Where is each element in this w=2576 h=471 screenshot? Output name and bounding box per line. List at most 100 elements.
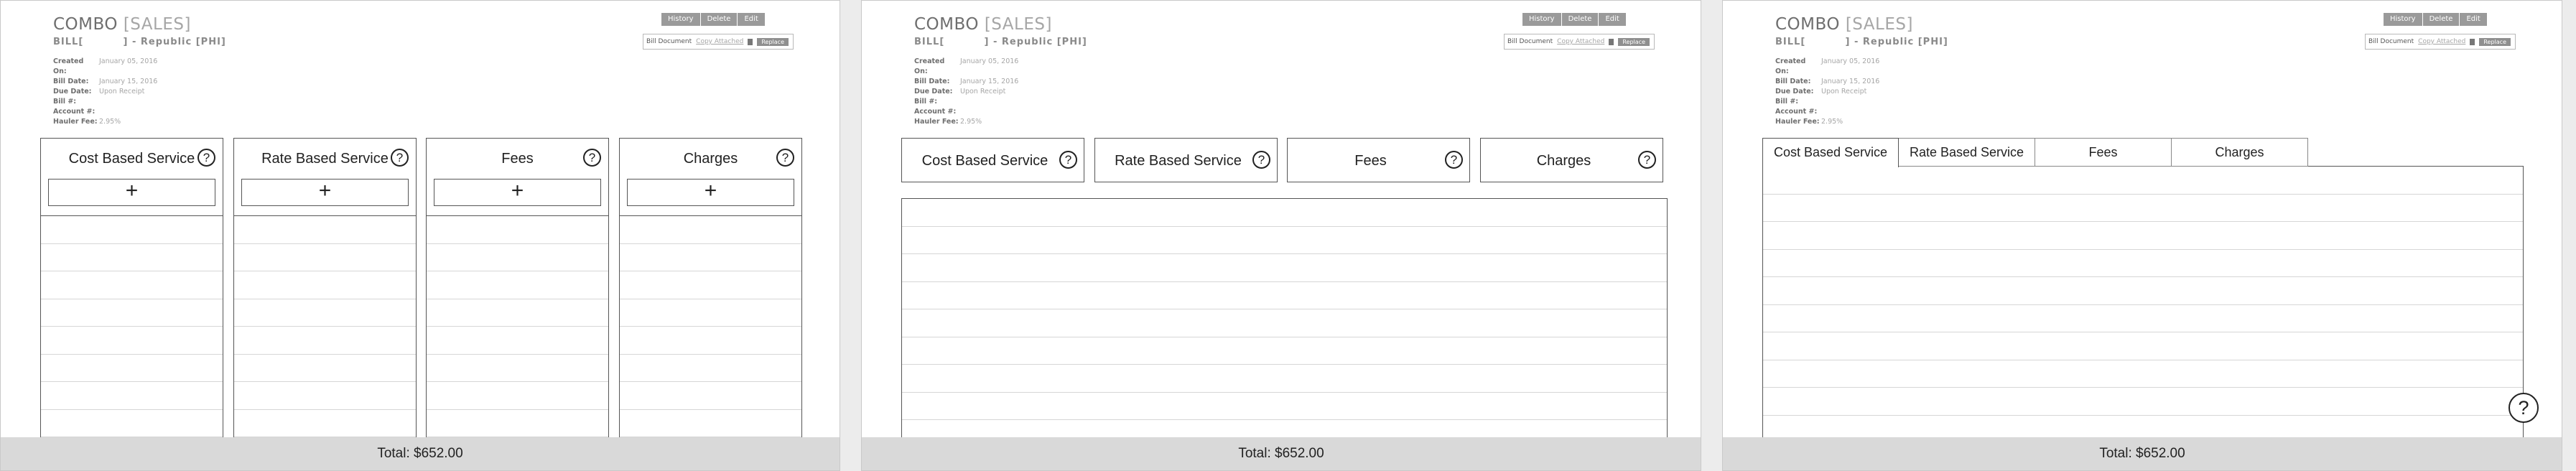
table-row xyxy=(620,244,801,271)
help-icon[interactable]: ? xyxy=(197,149,215,167)
delete-button[interactable]: Delete xyxy=(2422,13,2460,26)
table-row xyxy=(1763,332,2523,360)
table-row xyxy=(1763,277,2523,305)
table-row xyxy=(902,393,1667,420)
table-row xyxy=(1763,195,2523,222)
help-icon[interactable]: ? xyxy=(1059,151,1077,169)
history-button[interactable]: History xyxy=(2384,13,2423,26)
bill-document-label: Bill Document xyxy=(2368,38,2414,45)
line-items-table xyxy=(901,198,1668,439)
table-row xyxy=(234,410,416,437)
fees-column: Fees? + xyxy=(426,138,609,439)
table-row xyxy=(427,327,608,355)
help-icon[interactable]: ? xyxy=(391,149,409,167)
table-row xyxy=(234,299,416,327)
help-icon[interactable]: ? xyxy=(1252,151,1270,169)
mockup-panel-cards: COMBO [SALES] BILL[ ] - Republic [PHI] C… xyxy=(861,0,1701,471)
table-row xyxy=(41,410,223,437)
copy-attached-link[interactable]: Copy Attached xyxy=(696,38,743,45)
history-button[interactable]: History xyxy=(661,13,701,26)
copy-attached-link[interactable]: Copy Attached xyxy=(2418,38,2465,45)
table-row xyxy=(902,199,1667,227)
help-icon[interactable]: ? xyxy=(1445,151,1463,169)
table-row xyxy=(234,244,416,271)
cost-based-service-card[interactable]: Cost Based Service? xyxy=(901,138,1084,182)
table-row xyxy=(620,382,801,410)
replace-button[interactable]: Replace xyxy=(2479,37,2511,46)
help-icon[interactable]: ? xyxy=(583,149,601,167)
help-icon[interactable]: ? xyxy=(1638,151,1656,169)
table-row xyxy=(41,299,223,327)
table-row xyxy=(1763,222,2523,250)
charges-card[interactable]: Charges? xyxy=(1480,138,1663,182)
bill-info: Created On: January 05, 2016 Bill Date: Ja… xyxy=(1775,57,1880,126)
table-row xyxy=(1763,360,2523,388)
edit-button[interactable]: Edit xyxy=(738,13,765,26)
table-row xyxy=(427,216,608,244)
column-title: Rate Based Service xyxy=(261,151,389,167)
edit-button[interactable]: Edit xyxy=(2460,13,2487,26)
tab-charges[interactable]: Charges xyxy=(2172,138,2308,167)
card-title: Cost Based Service xyxy=(921,153,1048,169)
tab-content-table xyxy=(1762,166,2524,439)
column-title: Fees xyxy=(501,151,534,167)
table-row xyxy=(1763,388,2523,416)
table-row xyxy=(234,216,416,244)
action-buttons: History Delete Edit xyxy=(2384,13,2487,26)
table-row xyxy=(1763,305,2523,332)
table-row xyxy=(234,271,416,299)
tab-rate-based-service[interactable]: Rate Based Service xyxy=(1899,138,2035,167)
mockup-panel-columns: COMBO [SALES] BILL[ ] - Republic [PHI] C… xyxy=(0,0,840,471)
add-cost-based-button[interactable]: + xyxy=(48,179,215,206)
table-row xyxy=(620,327,801,355)
service-tabs: Cost Based Service Rate Based Service Fe… xyxy=(1762,138,2308,167)
total-bar: Total: $652.00 xyxy=(1723,437,2562,470)
table-row xyxy=(902,282,1667,309)
rate-based-service-column: Rate Based Service? + xyxy=(233,138,417,439)
table-row xyxy=(620,355,801,382)
table-row xyxy=(41,271,223,299)
column-title: Cost Based Service xyxy=(68,151,195,167)
page-title: COMBO [SALES] xyxy=(1775,15,1913,34)
table-row xyxy=(41,355,223,382)
delete-button[interactable]: Delete xyxy=(700,13,738,26)
add-charge-button[interactable]: + xyxy=(627,179,794,206)
table-row xyxy=(234,382,416,410)
tab-cost-based-service[interactable]: Cost Based Service xyxy=(1762,138,1899,167)
replace-button[interactable]: Replace xyxy=(1618,37,1650,46)
table-row xyxy=(427,410,608,437)
card-title: Charges xyxy=(1536,153,1591,169)
table-row xyxy=(902,309,1667,337)
add-fee-button[interactable]: + xyxy=(434,179,601,206)
mockup-panel-tabs: COMBO [SALES] BILL[ ] - Republic [PHI] C… xyxy=(1722,0,2562,471)
page-title: COMBO [SALES] xyxy=(53,15,191,34)
table-row xyxy=(1763,167,2523,195)
bill-document-box: Bill Document Copy Attached Replace xyxy=(643,34,794,50)
table-row xyxy=(902,337,1667,365)
replace-button[interactable]: Replace xyxy=(757,37,789,46)
column-title: Charges xyxy=(683,151,738,167)
add-rate-based-button[interactable]: + xyxy=(241,179,409,206)
help-icon[interactable]: ? xyxy=(776,149,794,167)
document-icon xyxy=(1609,38,1614,45)
bill-info: Created On: January 05, 2016 Bill Date: Ja… xyxy=(914,57,1019,126)
table-row xyxy=(620,299,801,327)
edit-button[interactable]: Edit xyxy=(1599,13,1626,26)
delete-button[interactable]: Delete xyxy=(1561,13,1599,26)
table-row xyxy=(41,244,223,271)
table-row xyxy=(620,410,801,437)
cost-based-service-column: Cost Based Service? + xyxy=(40,138,223,439)
card-title: Rate Based Service xyxy=(1115,153,1242,169)
fees-card[interactable]: Fees? xyxy=(1287,138,1470,182)
table-row xyxy=(902,227,1667,254)
help-icon[interactable]: ? xyxy=(2508,393,2539,423)
charges-column: Charges? + xyxy=(619,138,802,439)
tab-fees[interactable]: Fees xyxy=(2035,138,2172,167)
bill-subtitle: BILL[ ] - Republic [PHI] xyxy=(53,37,226,47)
page-title: COMBO [SALES] xyxy=(914,15,1052,34)
table-row xyxy=(902,365,1667,393)
copy-attached-link[interactable]: Copy Attached xyxy=(1557,38,1604,45)
table-row xyxy=(427,355,608,382)
history-button[interactable]: History xyxy=(1522,13,1562,26)
rate-based-service-card[interactable]: Rate Based Service? xyxy=(1094,138,1278,182)
